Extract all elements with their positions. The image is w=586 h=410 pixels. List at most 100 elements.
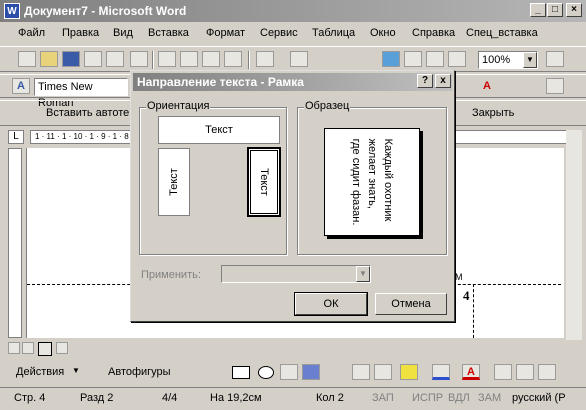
header-text: М <box>455 272 463 282</box>
zoom-value: 100% <box>482 54 511 66</box>
word-app-icon[interactable]: W <box>4 3 20 19</box>
status-pages: 4/4 <box>162 392 178 404</box>
drawing-toolbar: Действия ▼ Автофигуры A <box>0 360 586 386</box>
menu-table[interactable]: Таблица <box>312 27 355 39</box>
status-record[interactable]: ЗАП <box>372 392 394 404</box>
close-window-button[interactable]: × <box>566 3 582 17</box>
menu-insert[interactable]: Вставка <box>148 27 189 39</box>
undo-icon[interactable] <box>256 51 274 67</box>
preview-sample: Каждый охотник желает знать, где сидит ф… <box>324 128 420 236</box>
cut-icon[interactable] <box>158 51 176 67</box>
preview-line: где сидит фазан. <box>350 138 362 226</box>
status-language: русский (Р <box>512 392 566 404</box>
font-color-icon[interactable]: A <box>478 78 496 94</box>
arrow-style-icon[interactable] <box>538 364 556 380</box>
close-header-button[interactable]: Закрыть <box>472 107 514 119</box>
orientation-group: Ориентация Текст Текст Текст <box>139 100 287 255</box>
clip-art-icon[interactable] <box>352 364 370 380</box>
vertical-up-option-text: Текст <box>168 168 180 196</box>
insert-table-icon[interactable] <box>426 51 444 67</box>
wordart-icon[interactable] <box>302 364 320 380</box>
vertical-scrollbar[interactable] <box>566 130 582 342</box>
ruler-marks: 1 · 11 · 1 · 10 · 1 · 9 · 1 · 8 <box>35 132 129 141</box>
save-icon[interactable] <box>62 51 80 67</box>
menu-tools[interactable]: Сервис <box>260 27 298 39</box>
insert-excel-icon[interactable] <box>448 51 466 67</box>
help-button[interactable]: ? <box>417 74 433 88</box>
chevron-down-icon[interactable]: ▼ <box>523 52 537 68</box>
orientation-vertical-down-option[interactable]: Текст <box>247 147 281 217</box>
picture-icon[interactable] <box>374 364 392 380</box>
preview-group: Образец Каждый охотник желает знать, где… <box>297 100 447 255</box>
orientation-horizontal-option[interactable]: Текст <box>158 116 280 144</box>
print-icon[interactable] <box>84 51 102 67</box>
menu-help[interactable]: Справка <box>412 27 455 39</box>
cancel-button[interactable]: Отмена <box>375 293 447 315</box>
frame-boundary <box>473 284 474 338</box>
minimize-button[interactable]: _ <box>530 3 546 17</box>
preview-line: Каждый охотник <box>382 138 394 222</box>
status-overtype[interactable]: ЗАМ <box>478 392 501 404</box>
apply-to-select[interactable]: ▼ <box>221 265 371 283</box>
redo-icon[interactable] <box>290 51 308 67</box>
menu-edit[interactable]: Правка <box>62 27 99 39</box>
oval-icon[interactable] <box>258 366 274 379</box>
spelling-icon[interactable] <box>130 51 148 67</box>
hyperlink-icon[interactable] <box>382 51 400 67</box>
menu-paste-special[interactable]: Спец_вставка <box>466 27 538 39</box>
select-objects-icon[interactable] <box>82 364 100 380</box>
status-position: На 19,2см <box>210 392 262 404</box>
line-style-icon[interactable] <box>494 364 512 380</box>
status-extend[interactable]: ВДЛ <box>448 392 470 404</box>
font-color-icon[interactable]: A <box>462 364 480 380</box>
dialog-close-button[interactable]: x <box>435 74 451 88</box>
chevron-down-icon[interactable]: ▼ <box>356 266 370 282</box>
menu-window[interactable]: Окно <box>370 27 396 39</box>
menu-view[interactable]: Вид <box>113 27 133 39</box>
menu-format[interactable]: Формат <box>206 27 245 39</box>
orientation-vertical-up-option[interactable]: Текст <box>158 148 190 216</box>
horizontal-option-text: Текст <box>205 124 233 136</box>
open-folder-icon[interactable] <box>40 51 58 67</box>
toolbar-separator <box>152 51 154 69</box>
orientation-label: Ориентация <box>146 100 211 112</box>
print-layout-icon[interactable] <box>38 342 52 356</box>
office-assistant-icon[interactable] <box>546 51 564 67</box>
horizontal-scrollbar[interactable] <box>0 340 586 358</box>
line-color-icon[interactable] <box>432 364 450 380</box>
zoom-select[interactable]: 100% ▼ <box>478 51 538 69</box>
web-view-icon[interactable] <box>22 342 34 354</box>
menu-file[interactable]: Файл <box>18 27 45 39</box>
options-icon[interactable] <box>546 78 564 94</box>
copy-icon[interactable] <box>180 51 198 67</box>
tables-borders-icon[interactable] <box>404 51 422 67</box>
apply-to-label: Применить: <box>141 269 201 281</box>
print-preview-icon[interactable] <box>106 51 124 67</box>
autoshapes-menu-button[interactable]: Автофигуры <box>108 366 171 378</box>
tab-selector[interactable]: L <box>8 130 24 144</box>
draw-menu-button[interactable]: Действия <box>16 366 64 378</box>
new-document-icon[interactable] <box>18 51 36 67</box>
maximize-button[interactable]: □ <box>547 3 563 17</box>
normal-view-icon[interactable] <box>8 342 20 354</box>
standard-toolbar: 100% ▼ <box>0 46 586 72</box>
font-select[interactable]: Times New Roman <box>34 78 128 109</box>
ok-button[interactable]: ОК <box>294 292 368 316</box>
insert-autotext-button[interactable]: Вставить автоте <box>46 107 129 119</box>
window-title: Документ7 - Microsoft Word <box>24 4 187 18</box>
preview-line: желает знать, <box>366 138 378 209</box>
paste-icon[interactable] <box>202 51 220 67</box>
text-direction-dialog: Направление текста - Рамка ? x Ориентаци… <box>130 70 455 322</box>
text-box-icon[interactable] <box>280 364 298 380</box>
style-icon[interactable]: A <box>12 78 30 94</box>
status-page: Стр. 4 <box>14 392 46 404</box>
title-bar: W Документ7 - Microsoft Word _ □ × <box>0 0 586 22</box>
dialog-title-bar: Направление текста - Рамка ? x <box>133 73 452 91</box>
menu-bar: Файл Правка Вид Вставка Формат Сервис Та… <box>0 22 586 44</box>
outline-view-icon[interactable] <box>56 342 68 354</box>
dash-style-icon[interactable] <box>516 364 534 380</box>
fill-color-icon[interactable] <box>400 364 418 380</box>
format-painter-icon[interactable] <box>224 51 242 67</box>
status-track-changes[interactable]: ИСПР <box>412 392 443 404</box>
rectangle-icon[interactable] <box>232 366 250 379</box>
